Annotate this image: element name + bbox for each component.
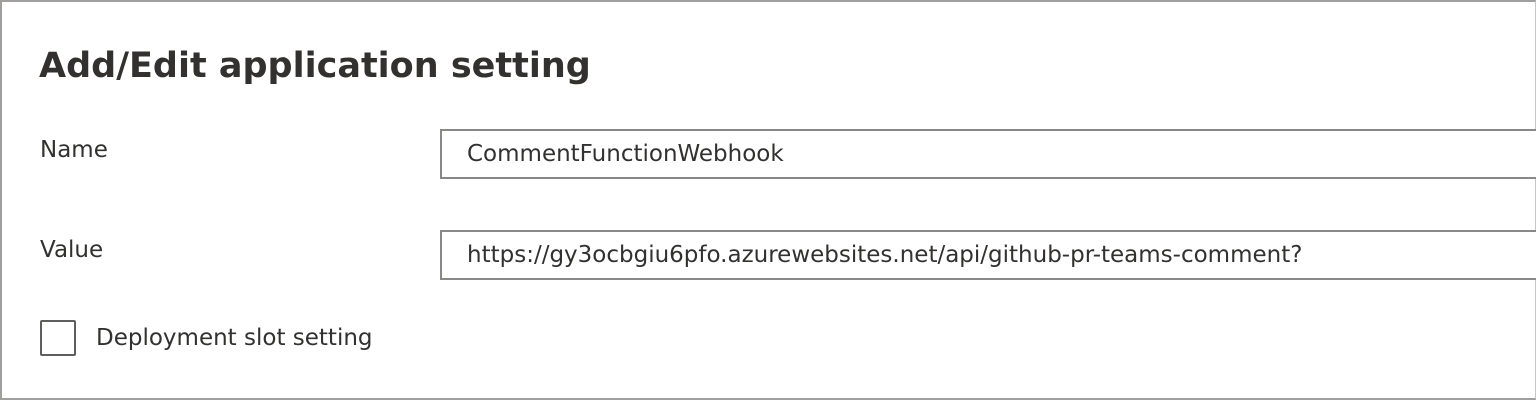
deployment-slot-setting-checkbox[interactable]	[40, 320, 76, 356]
value-input[interactable]	[440, 230, 1536, 280]
value-label: Value	[40, 237, 104, 263]
name-input[interactable]	[440, 129, 1536, 179]
deployment-slot-setting-option[interactable]: Deployment slot setting	[40, 320, 373, 356]
application-setting-panel: Add/Edit application setting Name Value …	[0, 0, 1536, 400]
panel-title: Add/Edit application setting	[39, 46, 591, 86]
deployment-slot-setting-label: Deployment slot setting	[96, 325, 373, 351]
name-label: Name	[40, 137, 108, 163]
